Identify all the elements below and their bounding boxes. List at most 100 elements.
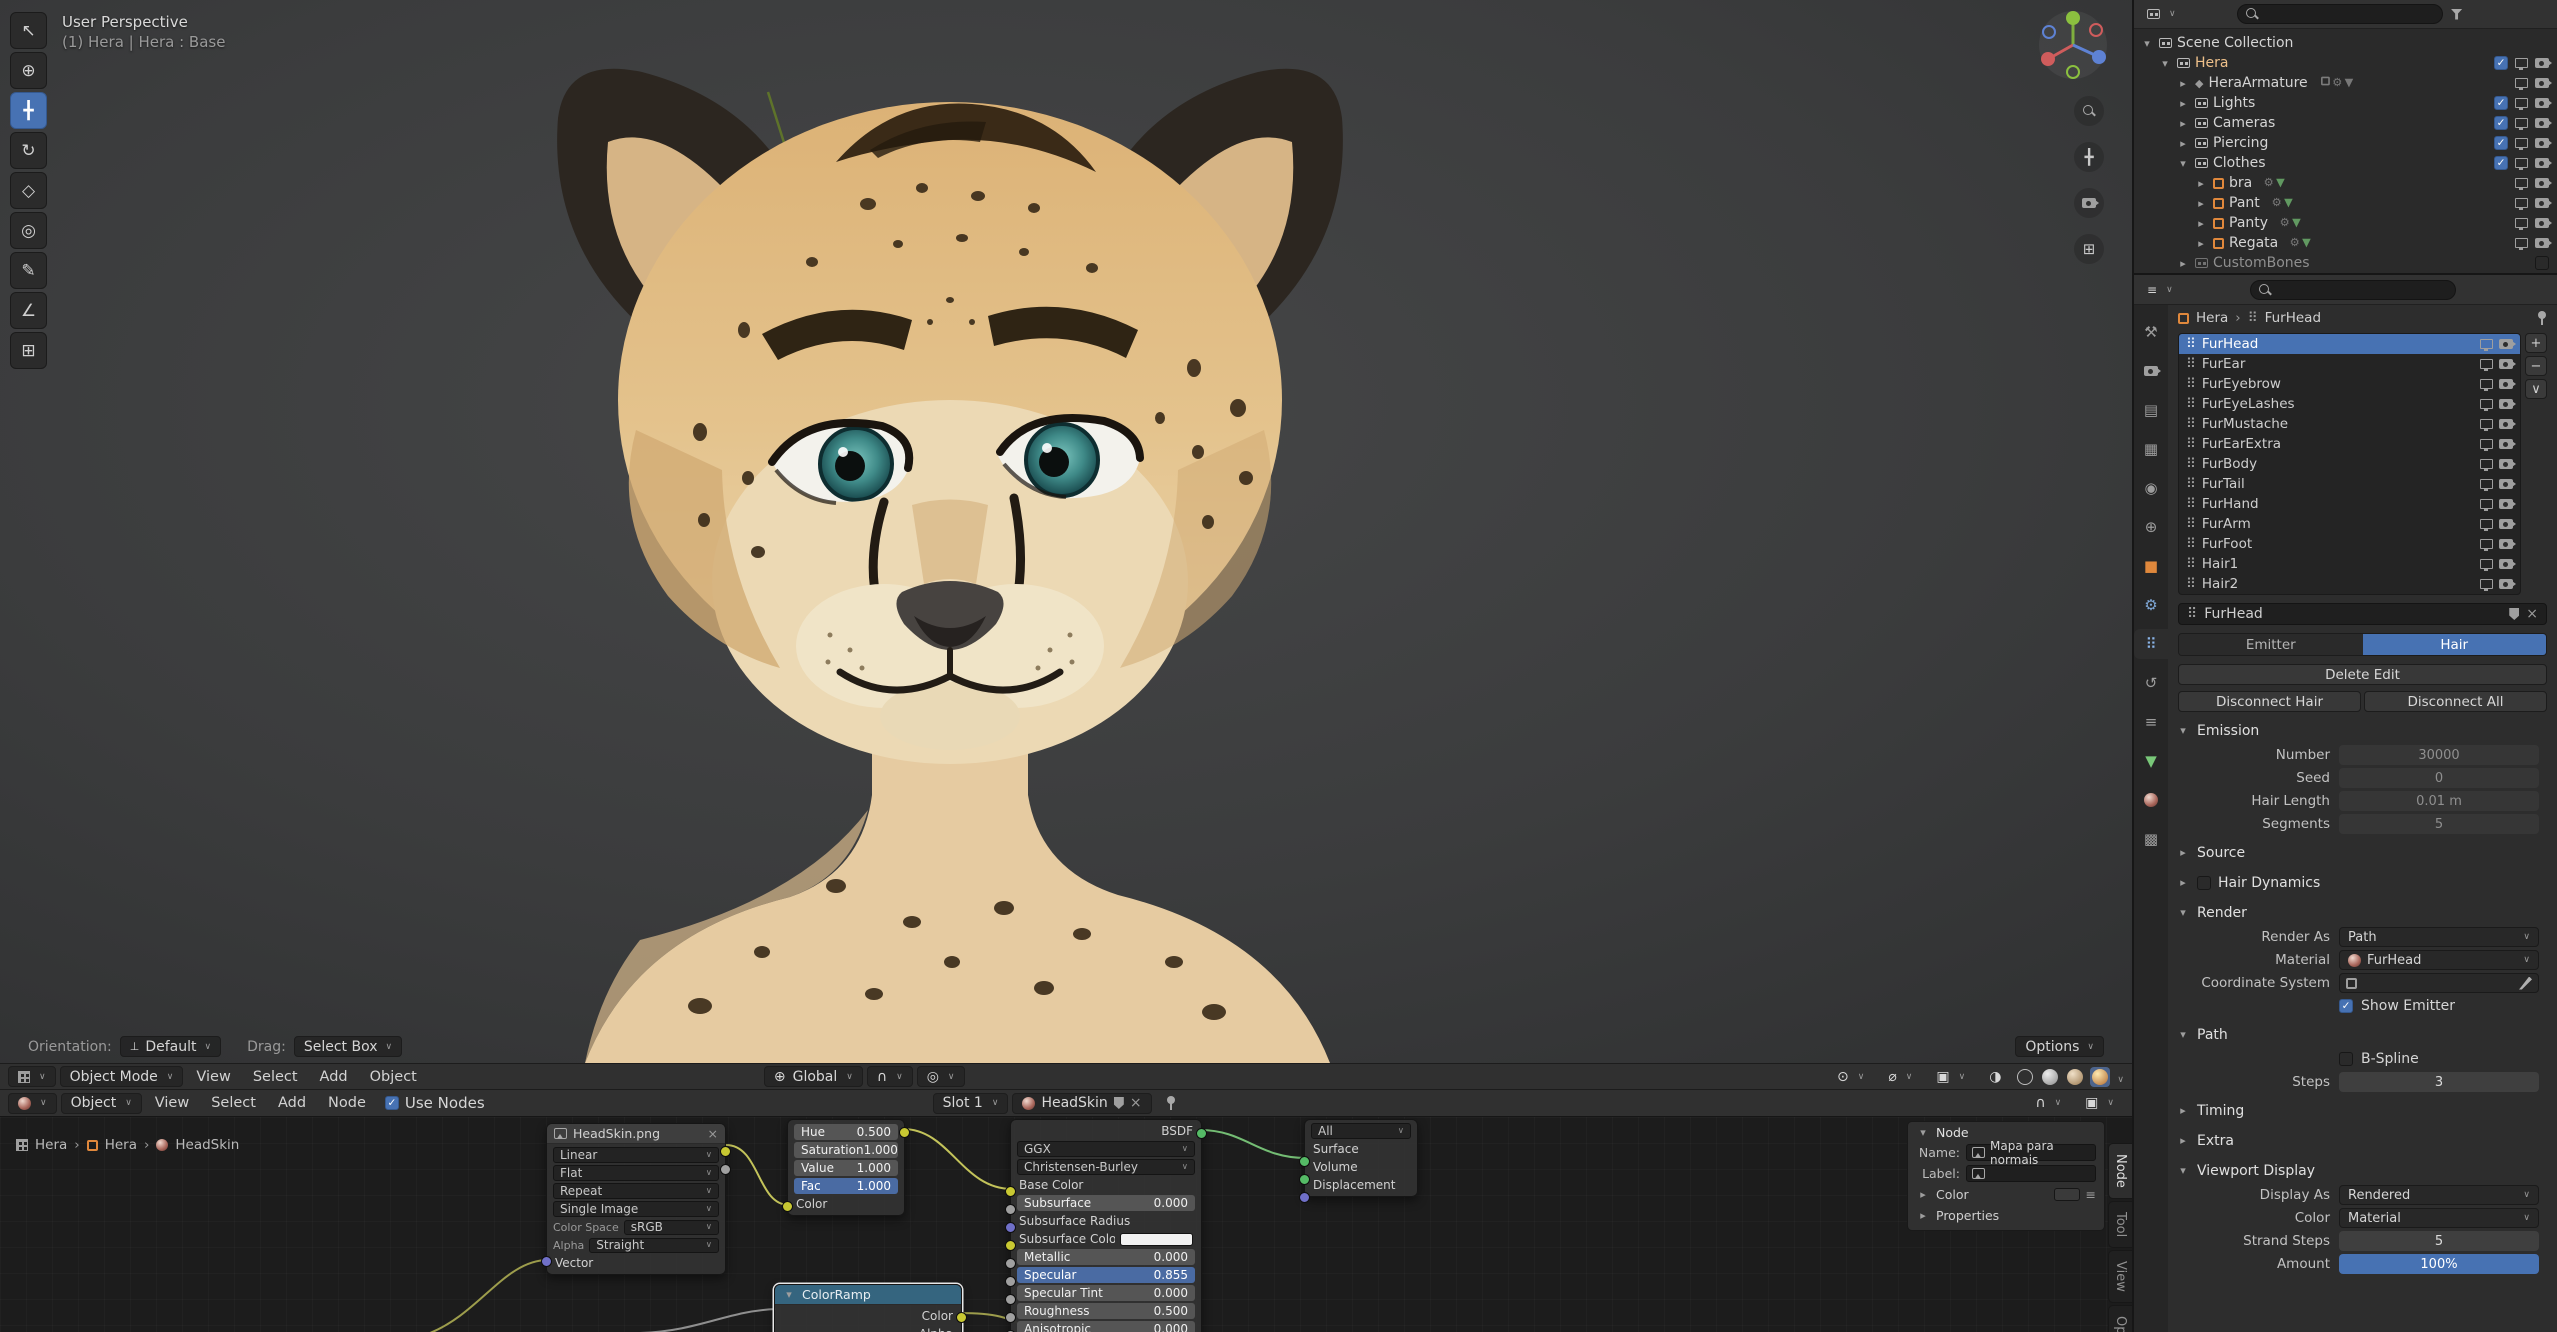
tool-measure-button[interactable]: ∠ — [10, 292, 47, 329]
menu-add-shader[interactable]: Add — [269, 1092, 315, 1114]
tab-constraints[interactable]: ≡ — [2134, 707, 2168, 737]
render-section-header[interactable]: Render — [2168, 901, 2557, 924]
tool-add-cube-button[interactable]: ⊞ — [10, 332, 47, 369]
particle-item-hair1[interactable]: ⠿ Hair1 — [2179, 554, 2520, 574]
shader-node-canvas[interactable]: Hera › Hera › HeadSkin HeadSkin.png × Li… — [0, 1116, 2132, 1332]
breadcrumb-settings[interactable]: FurHead — [2265, 310, 2321, 326]
subsurface-radius-input-socket[interactable] — [1005, 1222, 1016, 1233]
node-image-texture[interactable]: HeadSkin.png × Linear Flat Repeat Single… — [541, 1123, 731, 1275]
node-color-section[interactable]: Color ≡ — [1908, 1184, 2104, 1205]
fake-user-icon[interactable] — [2509, 608, 2520, 620]
menu-add[interactable]: Add — [311, 1066, 357, 1088]
screen-toggle-icon[interactable] — [2480, 579, 2493, 591]
show-emitter-checkbox[interactable]: Show Emitter — [2339, 998, 2539, 1014]
options-dropdown[interactable]: Options — [2015, 1036, 2104, 1057]
exclude-checkbox[interactable] — [2494, 96, 2508, 110]
node-properties-section[interactable]: Properties — [1908, 1205, 2104, 1226]
subsurface-input-socket[interactable] — [1005, 1204, 1016, 1215]
camera-view-button[interactable] — [2074, 188, 2104, 218]
gizmos-dropdown[interactable]: ⌀ — [1878, 1066, 1922, 1087]
menu-select[interactable]: Select — [244, 1066, 307, 1088]
exclude-checkbox[interactable] — [2494, 136, 2508, 150]
particle-item-hair2[interactable]: ⠿ Hair2 — [2179, 574, 2520, 594]
visibility-dropdown[interactable]: ⊙ — [1827, 1066, 1874, 1087]
screen-toggle-icon[interactable] — [2480, 379, 2493, 391]
outliner-item-panty[interactable]: Panty ⚙▼ — [2140, 213, 2555, 233]
render-disable-icon[interactable] — [2535, 118, 2552, 128]
viewport-disable-icon[interactable] — [2515, 238, 2528, 250]
breadcrumb-object[interactable]: Hera — [2196, 310, 2228, 326]
xray-toggle[interactable]: ◑ — [1979, 1066, 2011, 1087]
outliner-item-pant[interactable]: Pant ⚙▼ — [2140, 193, 2555, 213]
particle-item-furfoot[interactable]: ⠿ FurFoot — [2179, 534, 2520, 554]
screen-toggle-icon[interactable] — [2480, 399, 2493, 411]
tab-object-data[interactable]: ▼ — [2134, 746, 2168, 776]
metallic-slider[interactable]: Metallic 0.000 — [1017, 1249, 1195, 1265]
anisotropic-slider[interactable]: Anisotropic 0.000 — [1017, 1321, 1195, 1332]
projection-dropdown[interactable]: Flat — [553, 1165, 719, 1181]
render-disable-icon[interactable] — [2535, 58, 2552, 68]
colorramp-header[interactable]: ColorRamp — [775, 1285, 961, 1305]
fake-user-icon[interactable] — [1113, 1097, 1124, 1109]
bsdf-output-socket[interactable] — [1196, 1128, 1207, 1139]
viewport-disable-icon[interactable] — [2515, 178, 2528, 190]
filter-icon[interactable] — [2450, 8, 2463, 20]
colorspace-dropdown[interactable]: sRGB — [623, 1219, 719, 1235]
menu-node-shader[interactable]: Node — [319, 1092, 375, 1114]
ramp-color-output-socket[interactable] — [956, 1312, 967, 1323]
strand-steps-field[interactable]: 5 — [2339, 1231, 2539, 1251]
particle-item-fureyelashes[interactable]: ⠿ FurEyeLashes — [2179, 394, 2520, 414]
camera-toggle-icon[interactable] — [2499, 379, 2516, 389]
node-material-output[interactable]: All Surface Volume Displacement — [1299, 1119, 1418, 1203]
fac-slider[interactable]: Fac 1.000 — [794, 1178, 898, 1194]
screen-toggle-icon[interactable] — [2480, 339, 2493, 351]
tool-annotate-button[interactable]: ✎ — [10, 252, 47, 289]
menu-select-shader[interactable]: Select — [202, 1092, 265, 1114]
volume-input-socket[interactable] — [1299, 1174, 1310, 1185]
3d-viewport[interactable]: User Perspective (1) Hera | Hera : Base … — [0, 0, 2132, 1063]
node-hue-saturation[interactable]: Hue 0.500 Saturation 1.000 Value 1.000 Fac 1… — [782, 1119, 910, 1216]
sidebar-tab-node[interactable]: Node — [2108, 1143, 2132, 1199]
roughness-input-socket[interactable] — [1005, 1312, 1016, 1323]
outliner-item-bra[interactable]: bra ⚙▼ — [2140, 173, 2555, 193]
specular-slider[interactable]: Specular 0.855 — [1017, 1267, 1195, 1283]
screen-toggle-icon[interactable] — [2480, 459, 2493, 471]
node-colorramp[interactable]: ColorRamp Color Alpha — [774, 1284, 967, 1332]
render-disable-icon[interactable] — [2535, 98, 2552, 108]
tool-scale-button[interactable]: ◇ — [10, 172, 47, 209]
particle-settings-name-field[interactable]: ⠿ FurHead × — [2178, 603, 2547, 625]
outliner-item-hera[interactable]: Hera — [2140, 53, 2555, 73]
render-as-dropdown[interactable]: Path — [2339, 927, 2539, 947]
emission-section-header[interactable]: Emission — [2168, 719, 2557, 742]
hair-dynamics-section-header[interactable]: Hair Dynamics — [2168, 871, 2557, 894]
timing-section-header[interactable]: Timing — [2168, 1099, 2557, 1122]
alpha-output-socket[interactable] — [720, 1164, 731, 1175]
tab-view-layer[interactable]: ▦ — [2134, 434, 2168, 464]
viewport-disable-icon[interactable] — [2515, 198, 2528, 210]
render-disable-icon[interactable] — [2535, 78, 2552, 88]
camera-toggle-icon[interactable] — [2499, 479, 2516, 489]
outliner-item-scene-collection[interactable]: Scene Collection — [2140, 33, 2555, 53]
color-output-socket[interactable] — [720, 1146, 731, 1157]
vector-input-socket[interactable] — [541, 1256, 552, 1267]
camera-toggle-icon[interactable] — [2499, 559, 2516, 569]
outliner-item-clothes[interactable]: Clothes — [2140, 153, 2555, 173]
viewport-display-section-header[interactable]: Viewport Display — [2168, 1159, 2557, 1182]
outliner-search[interactable] — [2236, 4, 2443, 24]
hair-length-field[interactable]: 0.01 m — [2339, 791, 2539, 811]
material-slot-dropdown[interactable]: Slot 1 — [932, 1092, 1009, 1114]
tab-world[interactable]: ⊕ — [2134, 512, 2168, 542]
close-node-icon[interactable]: × — [708, 1126, 718, 1141]
specular-tint-input-socket[interactable] — [1005, 1294, 1016, 1305]
subsurface-slider[interactable]: Subsurface 0.000 — [1017, 1195, 1195, 1211]
roughness-slider[interactable]: Roughness 0.500 — [1017, 1303, 1195, 1319]
tool-3d-cursor-button[interactable]: ⊕ — [10, 52, 47, 89]
path-section-header[interactable]: Path — [2168, 1023, 2557, 1046]
extra-section-header[interactable]: Extra — [2168, 1129, 2557, 1152]
sidebar-tab-view[interactable]: View — [2108, 1250, 2132, 1304]
exclude-checkbox[interactable] — [2494, 56, 2508, 70]
outliner-item-piercing[interactable]: Piercing — [2140, 133, 2555, 153]
add-particle-system-button[interactable]: + — [2525, 333, 2547, 353]
pin-icon[interactable] — [2537, 311, 2547, 325]
node-label-field[interactable] — [1966, 1165, 2096, 1182]
